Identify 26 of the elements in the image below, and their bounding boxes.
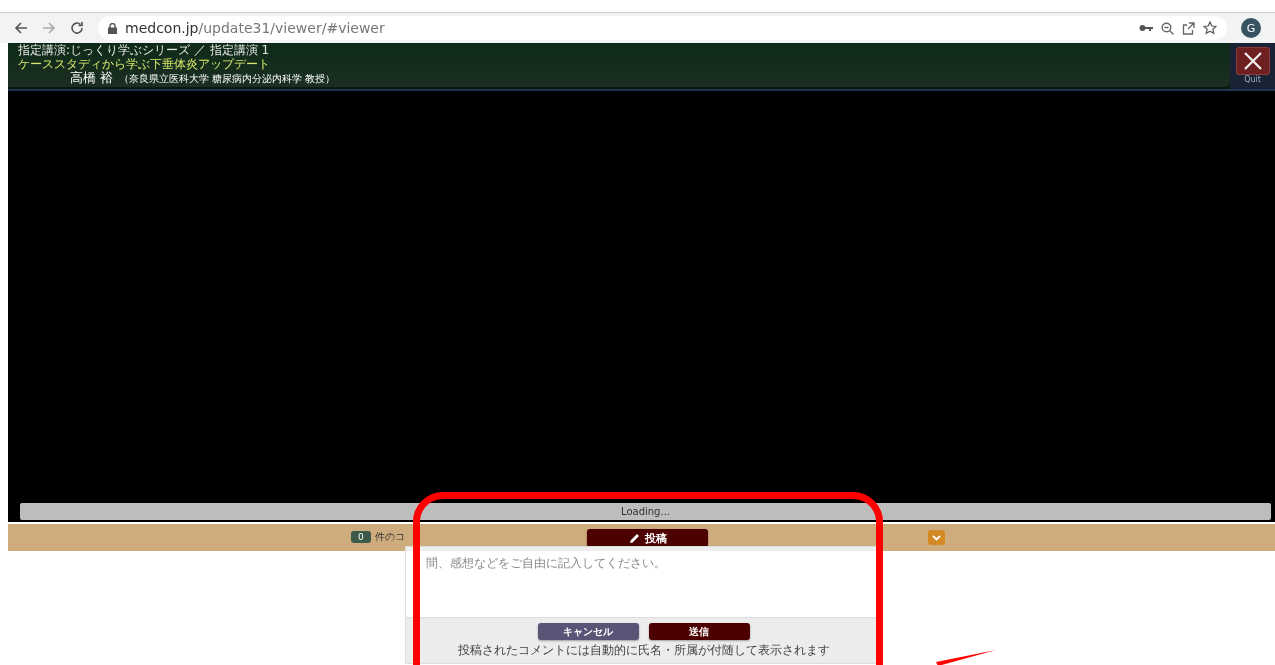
comment-note: 投稿されたコメントには自動的に氏名・所属が付随して表示されます (457, 643, 830, 657)
reload-icon[interactable] (70, 21, 84, 35)
loading-bar: Loading... (20, 503, 1271, 520)
expand-button[interactable] (928, 530, 945, 545)
speaker-affiliation: （奈良県立医科大学 糖尿病内分泌内科学 教授） (119, 72, 336, 86)
back-icon[interactable] (14, 21, 28, 35)
lock-icon (108, 22, 117, 34)
profile-avatar[interactable]: G (1241, 18, 1261, 38)
comment-count: 0 (351, 531, 371, 543)
close-icon (1243, 52, 1262, 70)
key-icon[interactable] (1139, 24, 1153, 32)
speaker-name: 高橋 裕 (70, 71, 114, 85)
address-bar[interactable]: medcon.jp/update31/viewer/#viewer (98, 16, 1227, 40)
quit-button[interactable] (1235, 47, 1270, 75)
cancel-button[interactable]: キャンセル (537, 623, 639, 640)
star-icon[interactable] (1203, 21, 1217, 35)
post-button[interactable]: 投稿 (587, 529, 708, 547)
share-icon[interactable] (1182, 21, 1195, 35)
comment-count-label: 件のコ (374, 530, 405, 544)
lecture-title: ケーススタディから学ぶ下垂体炎アップデート (18, 57, 271, 71)
chevron-down-icon (932, 534, 941, 541)
send-button[interactable]: 送信 (648, 623, 750, 640)
pencil-icon (628, 532, 640, 544)
zoom-icon[interactable] (1161, 21, 1174, 35)
series-label: 指定講演:じっくり学ぶシリーズ ／ 指定講演 1 (18, 44, 271, 57)
quit-label: Quit (1244, 75, 1261, 84)
